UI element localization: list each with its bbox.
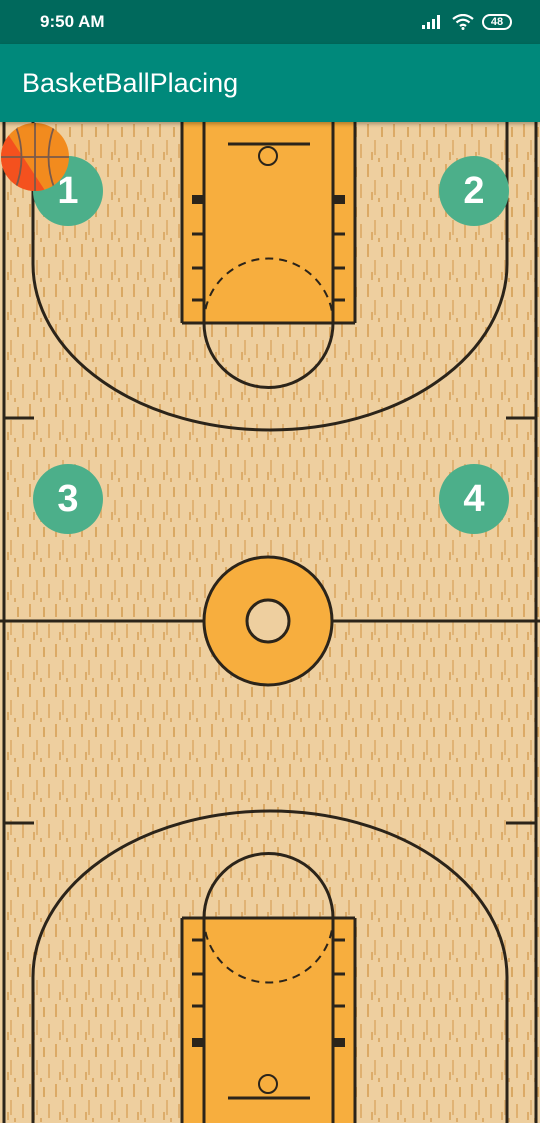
status-time: 9:50 AM (40, 12, 105, 31)
app-title: BasketBallPlacing (22, 67, 239, 98)
court-drawing (0, 122, 540, 1123)
battery-icon: 48 (482, 14, 512, 30)
basketball-court[interactable]: 1 2 3 4 (0, 122, 540, 1123)
position-3-button[interactable]: 3 (33, 464, 103, 534)
status-icons: 48 (422, 14, 512, 30)
signal-icon (422, 15, 440, 29)
app-bar: BasketBallPlacing (0, 44, 540, 122)
battery-level: 48 (490, 16, 504, 28)
position-4-button[interactable]: 4 (439, 464, 509, 534)
position-3-label: 3 (57, 477, 79, 520)
wifi-icon (452, 14, 474, 30)
position-4-label: 4 (463, 477, 485, 520)
position-2-button[interactable]: 2 (439, 156, 509, 226)
status-bar: 9:50 AM 48 (0, 0, 540, 44)
position-2-label: 2 (463, 169, 485, 212)
basketball-icon[interactable] (0, 122, 70, 192)
